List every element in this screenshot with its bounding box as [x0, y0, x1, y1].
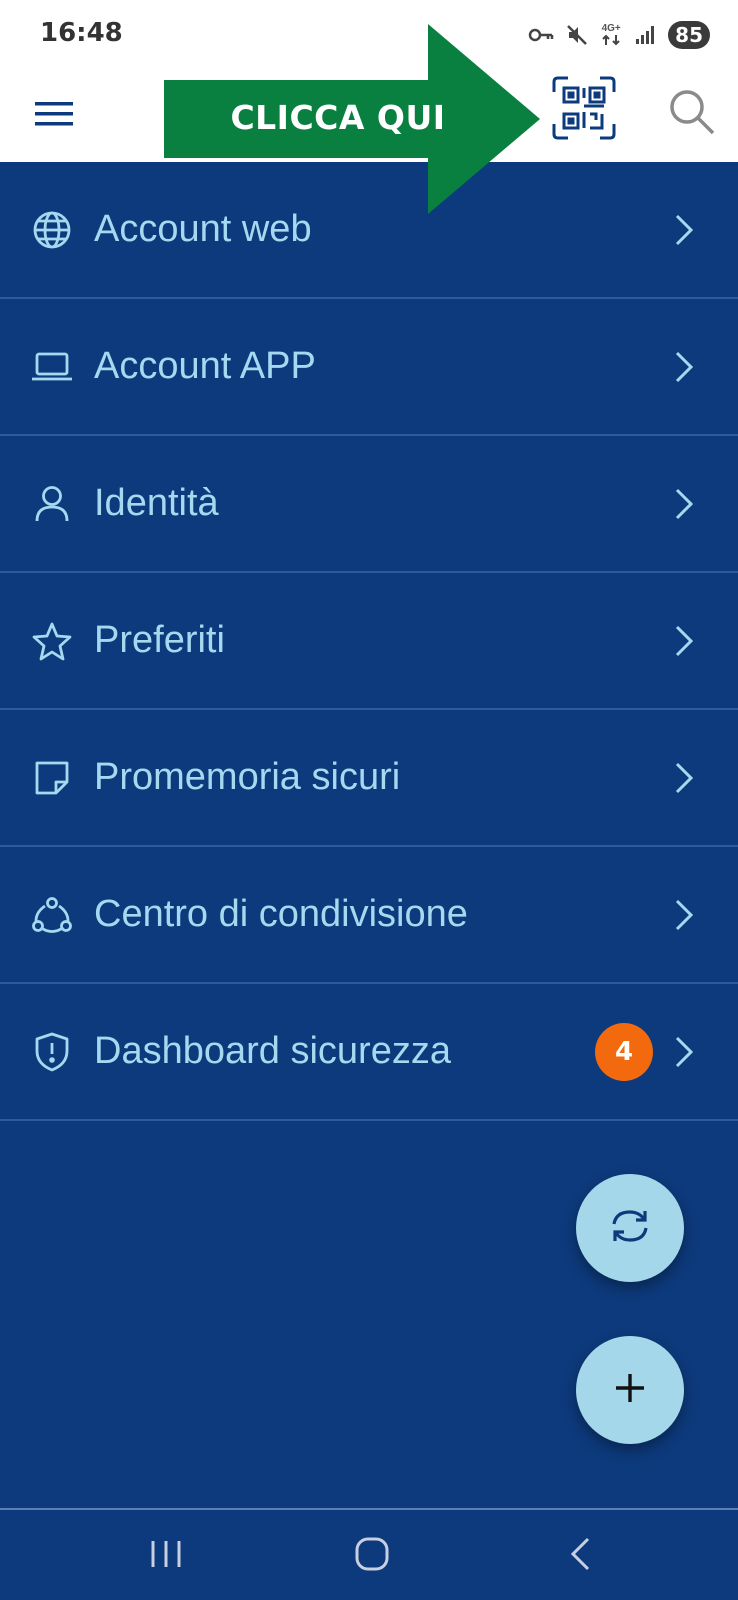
- menu-item-centro-condivisione[interactable]: Centro di condivisione: [0, 847, 738, 984]
- chevron-right-icon: [670, 484, 698, 524]
- chevron-right-icon: [670, 347, 698, 387]
- chevron-right-icon: [670, 621, 698, 661]
- note-icon: [30, 756, 74, 800]
- globe-icon: [30, 208, 74, 252]
- hamburger-menu-icon: [35, 100, 73, 133]
- menu-item-preferiti[interactable]: Preferiti: [0, 573, 738, 710]
- menu-item-account-web[interactable]: Account web: [0, 162, 738, 299]
- home-button[interactable]: [342, 1526, 402, 1586]
- person-icon: [30, 482, 74, 526]
- plus-icon: [614, 1372, 646, 1409]
- menu-button[interactable]: [30, 92, 78, 140]
- sync-icon: [607, 1203, 653, 1254]
- shield-icon: [30, 1030, 74, 1074]
- menu-item-dashboard-sicurezza[interactable]: Dashboard sicurezza 4: [0, 984, 738, 1121]
- menu-item-label: Centro di condivisione: [94, 893, 468, 935]
- chevron-right-icon: [670, 758, 698, 798]
- qr-scan-icon: [552, 76, 616, 145]
- menu-item-identita[interactable]: Identità: [0, 436, 738, 573]
- sync-button[interactable]: [576, 1174, 684, 1282]
- add-button[interactable]: [576, 1336, 684, 1444]
- back-button[interactable]: [550, 1526, 610, 1586]
- chevron-right-icon: [670, 895, 698, 935]
- recent-apps-button[interactable]: [136, 1526, 196, 1586]
- status-time: 16:48: [40, 18, 123, 48]
- alert-count-badge: 4: [595, 1022, 653, 1081]
- home-icon: [355, 1537, 389, 1576]
- qr-scan-button[interactable]: [548, 74, 620, 146]
- chevron-right-icon: [670, 210, 698, 250]
- share-icon: [30, 893, 74, 937]
- network-icon: 4G+: [600, 24, 622, 46]
- laptop-icon: [30, 345, 74, 389]
- menu-item-label: Dashboard sicurezza: [94, 1030, 451, 1072]
- star-icon: [30, 619, 74, 663]
- menu-item-account-app[interactable]: Account APP: [0, 299, 738, 436]
- system-nav-bar: [0, 1508, 738, 1600]
- menu-item-label: Preferiti: [94, 619, 225, 661]
- back-icon: [569, 1537, 591, 1576]
- mute-icon: [566, 24, 588, 46]
- network-label: 4G+: [601, 23, 621, 34]
- menu-item-label: Account web: [94, 208, 312, 250]
- menu-item-label: Promemoria sicuri: [94, 756, 401, 798]
- search-button[interactable]: [660, 82, 724, 146]
- chevron-right-icon: [670, 1032, 698, 1072]
- signal-icon: [634, 24, 656, 46]
- recent-apps-icon: [149, 1539, 183, 1574]
- menu-item-promemoria-sicuri[interactable]: Promemoria sicuri: [0, 710, 738, 847]
- menu-item-label: Account APP: [94, 345, 316, 387]
- search-icon: [667, 87, 717, 142]
- menu-item-label: Identità: [94, 482, 219, 524]
- status-icons: 4G+ 85: [528, 18, 710, 52]
- menu-list: Account web Account APP Identità Preferi…: [0, 162, 738, 1121]
- annotation-label: CLICCA QUI: [230, 97, 446, 137]
- battery-indicator: 85: [668, 21, 710, 49]
